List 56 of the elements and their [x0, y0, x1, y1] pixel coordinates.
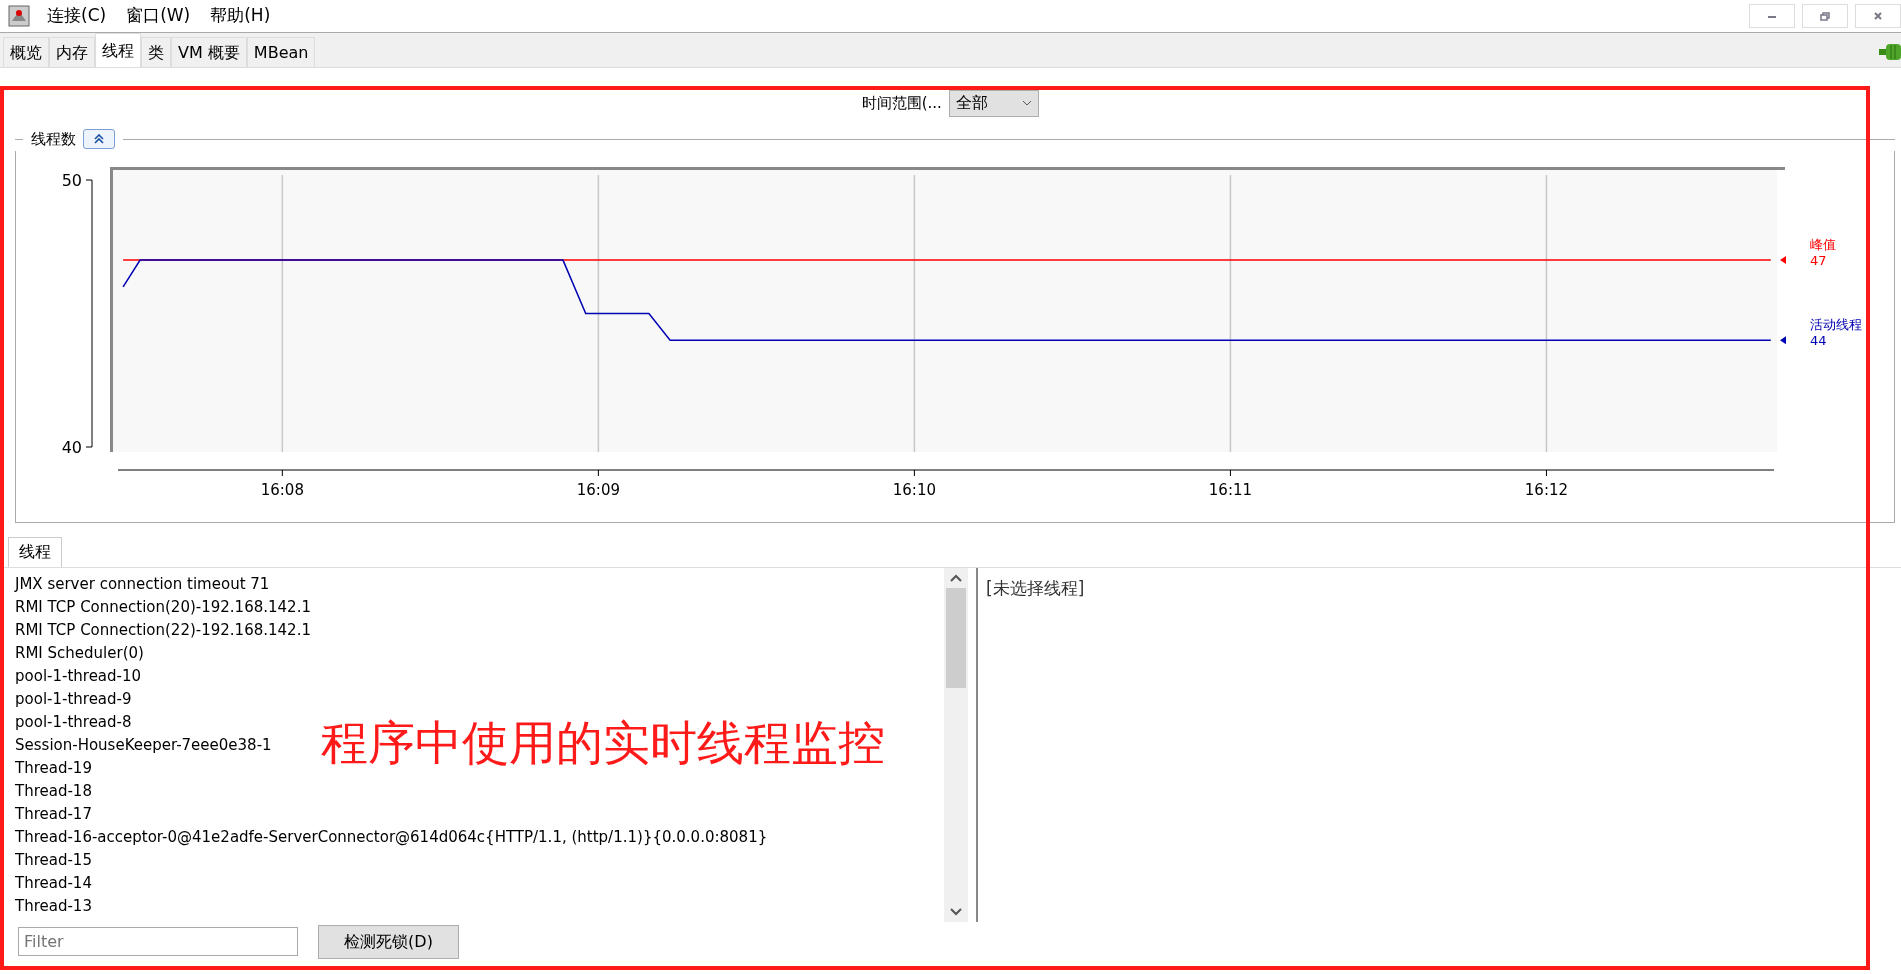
list-item[interactable]: Thread-16-acceptor-0@41e2adfe-ServerConnector@614d064c{HTTP/1.1, (http/1.1)}{0.0.0.0:8081}: [15, 825, 768, 849]
scroll-thumb[interactable]: [946, 587, 966, 688]
list-item[interactable]: Thread-13: [15, 894, 92, 918]
list-item[interactable]: Thread-19: [15, 756, 92, 780]
axis-label: 16:12: [1524, 480, 1569, 499]
collapse-button[interactable]: [83, 129, 115, 150]
marker-icon: [1780, 335, 1786, 344]
detect-deadlock-button[interactable]: 检测死锁(D): [318, 924, 459, 959]
restore-button[interactable]: [1802, 4, 1848, 28]
list-item[interactable]: Thread-17: [15, 802, 92, 826]
close-icon: [1872, 10, 1884, 22]
menu-item[interactable]: 窗口(W): [116, 3, 201, 29]
tab[interactable]: MBean: [246, 37, 316, 67]
legend-label: 峰值: [1810, 236, 1836, 252]
tab[interactable]: 概览: [3, 37, 49, 67]
app-icon: [7, 5, 30, 27]
menu-item[interactable]: 帮助(H): [200, 3, 281, 29]
scrollbar[interactable]: [944, 567, 968, 922]
list-item[interactable]: Session-HouseKeeper-7eee0e38-1: [15, 733, 272, 757]
list-item[interactable]: RMI TCP Connection(20)-192.168.142.1: [15, 595, 311, 619]
detail-text: [未选择线程]: [986, 577, 1085, 598]
legend-value: 47: [1810, 252, 1827, 268]
list-item[interactable]: pool-1-thread-8: [15, 710, 132, 734]
chevron-down-icon: [1022, 100, 1033, 106]
legend-value: 44: [1810, 332, 1827, 348]
chart-title: 线程数: [30, 129, 76, 150]
axis-label: 16:08: [260, 480, 304, 499]
axis-label: 16:10: [892, 480, 936, 499]
menu-item[interactable]: 连接(C): [37, 3, 117, 29]
list-item[interactable]: Thread-18: [15, 779, 92, 803]
list-item[interactable]: Thread-15: [15, 848, 92, 872]
filter-field[interactable]: Filter: [18, 927, 298, 956]
axis-label: 16:09: [576, 480, 620, 499]
axis-label: 40: [61, 437, 82, 457]
restore-icon: [1819, 10, 1831, 22]
plug-icon: [1879, 43, 1901, 60]
list-item[interactable]: RMI Scheduler(0): [15, 641, 144, 665]
tab[interactable]: 内存: [49, 37, 95, 67]
tab[interactable]: 线程: [8, 536, 62, 567]
tab[interactable]: 类: [141, 37, 171, 67]
double-chevron-up-icon: [94, 134, 104, 145]
list-item[interactable]: pool-1-thread-9: [15, 687, 132, 711]
list-item[interactable]: Thread-14: [15, 871, 92, 895]
tab[interactable]: 线程: [95, 33, 141, 67]
time-range-dropdown[interactable]: 全部: [949, 89, 1040, 117]
list-item[interactable]: JMX server connection timeout 71: [15, 572, 270, 596]
tab[interactable]: VM 概要: [171, 37, 247, 67]
axis-label: 50: [61, 170, 82, 190]
annotation-text: 程序中使用的实时线程监控: [321, 714, 885, 772]
time-range-label: 时间范围(...: [861, 92, 942, 114]
list-item[interactable]: RMI TCP Connection(22)-192.168.142.1: [15, 618, 311, 642]
axis-label: 16:11: [1208, 480, 1253, 499]
marker-icon: [1780, 255, 1786, 264]
list-item[interactable]: pool-1-thread-10: [15, 664, 142, 688]
close-button[interactable]: [1855, 4, 1901, 28]
legend-label: 活动线程: [1810, 316, 1862, 332]
